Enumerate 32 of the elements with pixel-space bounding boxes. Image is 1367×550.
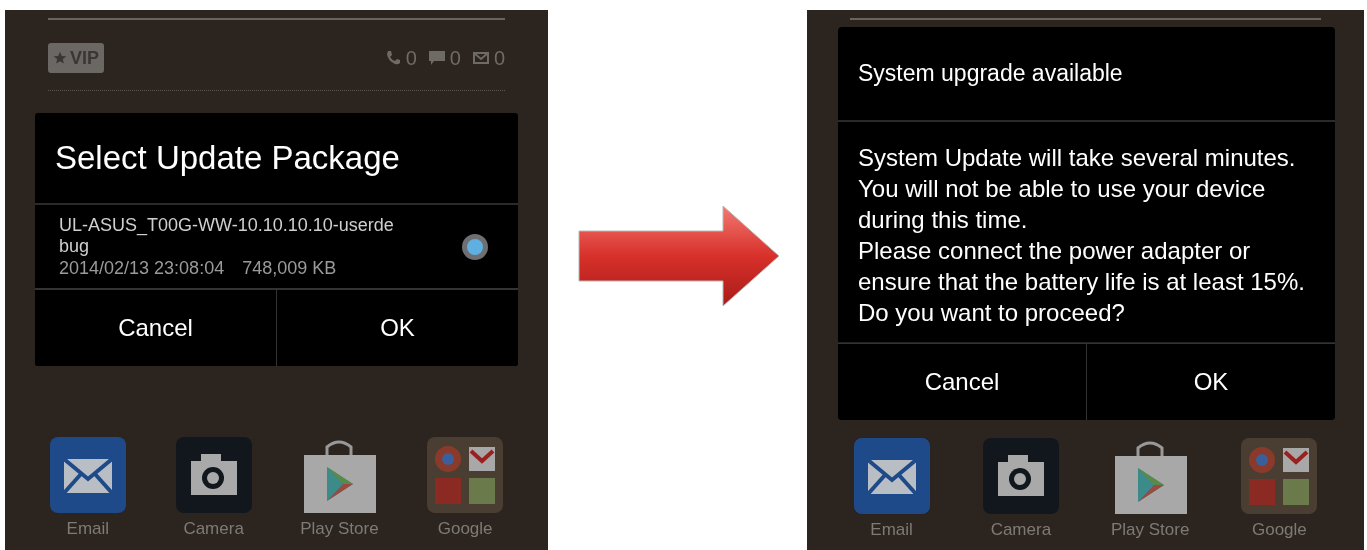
radio-button[interactable] xyxy=(462,233,488,260)
count-value: 0 xyxy=(493,46,505,71)
phone-icon xyxy=(384,50,401,66)
package-size: 748,009 KB xyxy=(242,256,337,279)
app-label[interactable]: Google xyxy=(437,519,493,539)
app-label[interactable]: Camera xyxy=(990,520,1052,540)
ok-button[interactable]: OK xyxy=(1086,344,1335,420)
app-label[interactable]: Play Store xyxy=(300,519,379,539)
camera-icon[interactable] xyxy=(982,438,1059,514)
dialog-message: System Update will take several minutes. You will not be able to use your device during this time. Please connect the power adapter or ensure that the battery life is at least 15%. Do you want to proceed? xyxy=(838,122,1335,343)
star-icon xyxy=(53,51,67,65)
app-label[interactable]: Google xyxy=(1251,520,1307,540)
dialog-title: System upgrade available xyxy=(838,27,1335,122)
camera-icon[interactable] xyxy=(175,437,252,513)
package-date: 2014/02/13 23:08:04 xyxy=(59,256,225,279)
app-label[interactable]: Play Store xyxy=(1110,520,1190,540)
dialog-title: Select Update Package xyxy=(35,113,518,205)
package-name: UL-ASUS_T00G-WW-10.10.10.10-userdebug xyxy=(59,214,395,257)
count-value: 0 xyxy=(405,46,417,71)
app-label[interactable]: Camera xyxy=(183,519,244,539)
email-icon[interactable] xyxy=(853,438,930,514)
email-icon[interactable] xyxy=(49,437,126,513)
app-label[interactable]: Email xyxy=(870,520,913,540)
shopping-bag-icon[interactable] xyxy=(1112,438,1189,514)
ok-button[interactable]: OK xyxy=(276,290,518,366)
app-folder-icon[interactable] xyxy=(1241,438,1318,514)
shopping-bag-icon[interactable] xyxy=(301,437,378,513)
chat-icon xyxy=(428,51,445,65)
app-label[interactable]: Email xyxy=(66,519,110,539)
count-value: 0 xyxy=(449,46,461,71)
envelope-icon xyxy=(472,52,489,64)
app-folder-icon[interactable] xyxy=(427,437,504,513)
